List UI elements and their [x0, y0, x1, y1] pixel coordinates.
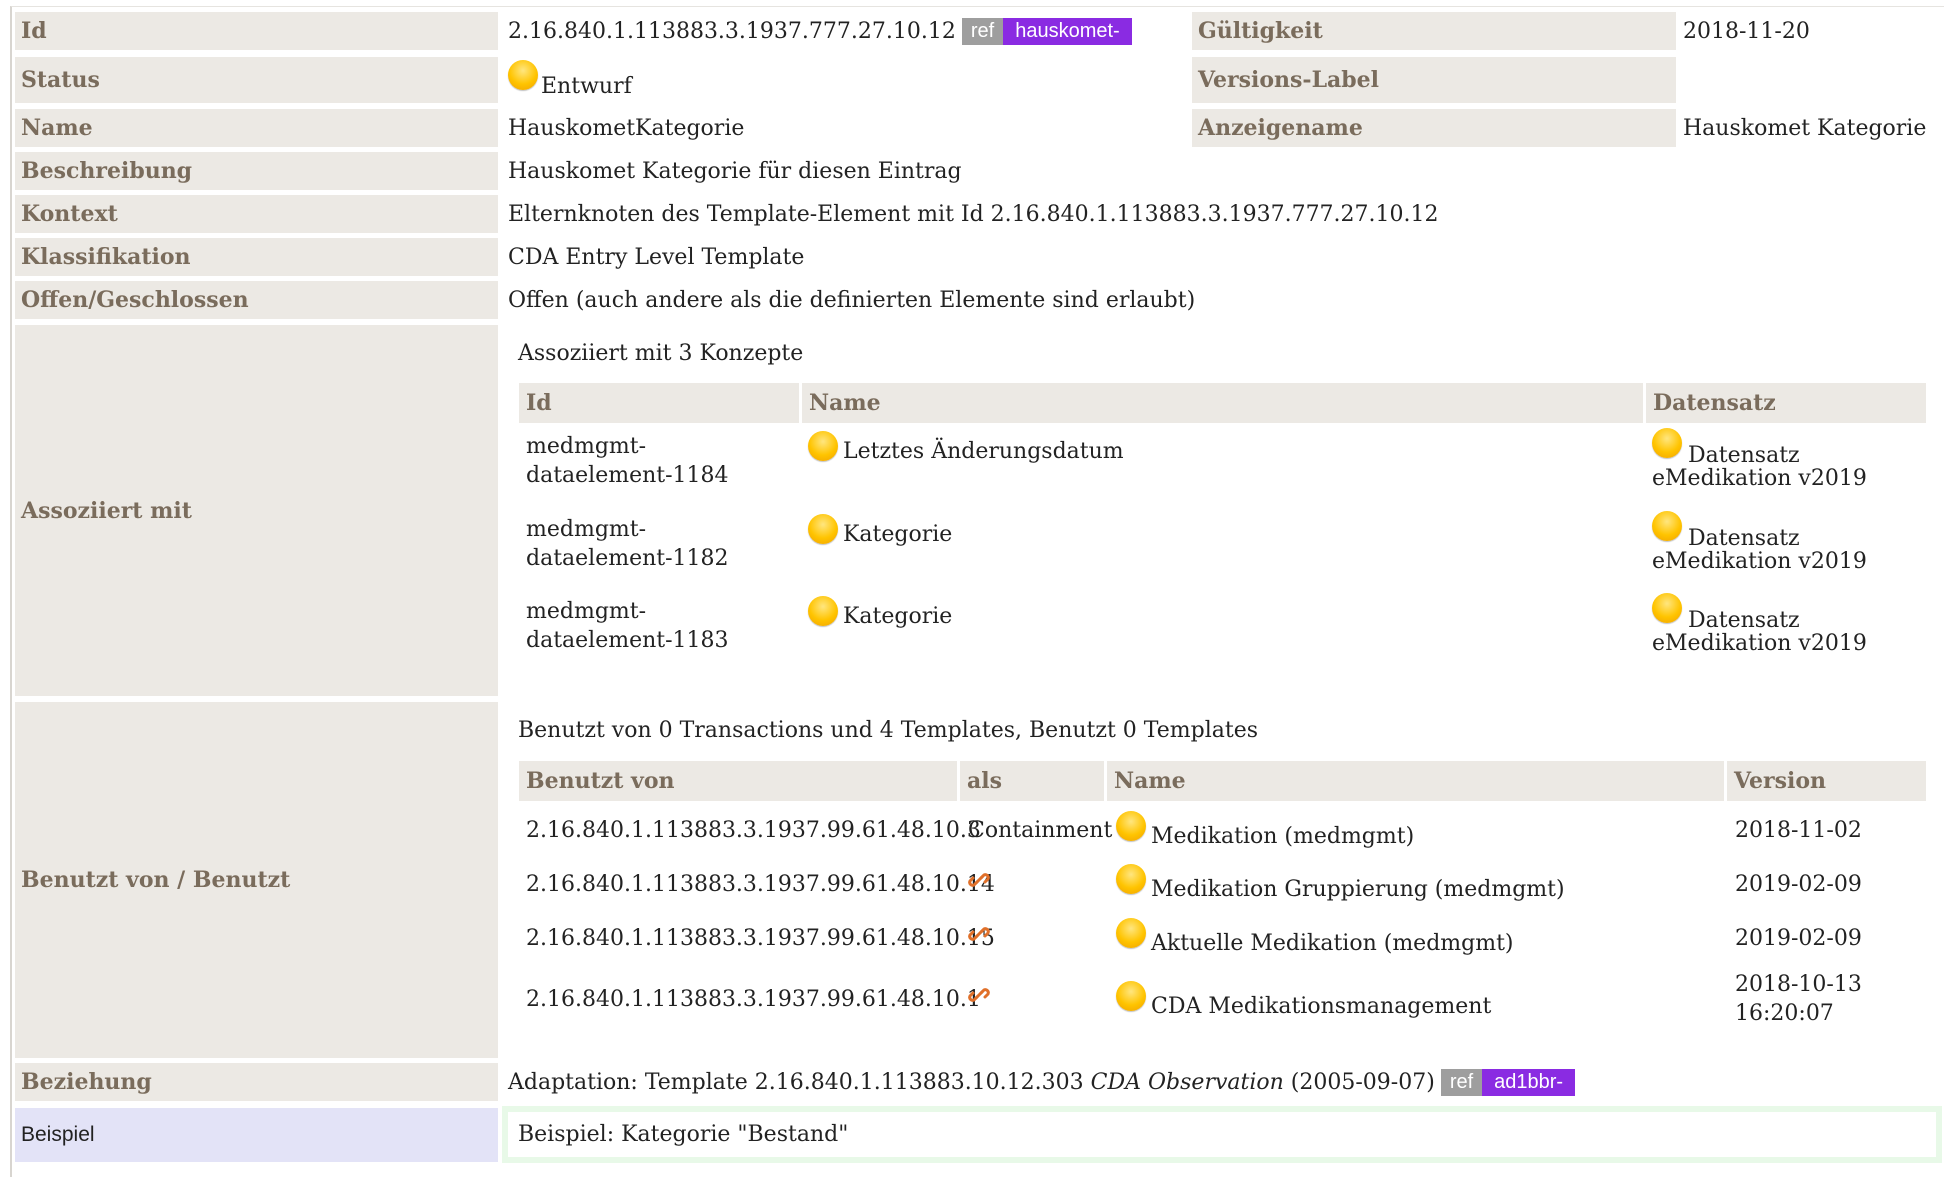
used-header-version: Version [1727, 761, 1926, 801]
context-value: Elternknoten des Template-Element mit Id… [508, 201, 1439, 227]
assoc-row-id: medmgmt-dataelement-1182 [526, 517, 729, 571]
yellow-circle-icon [1652, 593, 1682, 623]
used-header-name: Name [1107, 761, 1724, 801]
used-row-version: 2018-11-02 [1735, 818, 1862, 843]
yellow-circle-icon [1116, 811, 1146, 841]
used-row-name[interactable]: Aktuelle Medikation (medmgmt) [1116, 918, 1514, 956]
validity-value: 2018-11-20 [1683, 18, 1810, 44]
status-value: Entwurf [508, 57, 632, 103]
assoc-row-name[interactable]: Kategorie [808, 596, 952, 631]
associated-label: Assoziiert mit [15, 325, 498, 696]
used-row-id[interactable]: 2.16.840.1.113883.3.1937.99.61.48.10.15 [526, 924, 995, 953]
status-label: Status [15, 57, 498, 103]
yellow-circle-icon [1652, 428, 1682, 458]
relationship-label: Beziehung [15, 1063, 498, 1101]
version-label-label: Versions-Label [1192, 57, 1676, 103]
used-header-id: Benutzt von [519, 761, 957, 801]
display-name-value: Hauskomet Kategorie [1683, 115, 1927, 141]
assoc-header-name: Name [802, 383, 1643, 423]
used-row-name[interactable]: CDA Medikationsmanagement [1116, 981, 1491, 1019]
assoc-row-id: medmgmt-dataelement-1183 [526, 599, 729, 653]
used-row-name[interactable]: Medikation (medmgmt) [1116, 811, 1414, 849]
example-label[interactable]: Beispiel [15, 1108, 498, 1162]
template-name[interactable]: CDA Observation [1091, 1070, 1284, 1095]
assoc-row-id: medmgmt-dataelement-1184 [526, 434, 729, 488]
classification-value: CDA Entry Level Template [508, 244, 805, 270]
assoc-row-dataset[interactable]: Datensatz eMedikation v2019 [1652, 511, 1867, 576]
used-row-version: 2018-10-13 16:20:07 [1735, 972, 1862, 1026]
used-row-id[interactable]: 2.16.840.1.113883.3.1937.99.61.48.10.14 [526, 870, 995, 899]
classification-label: Klassifikation [15, 238, 498, 276]
description-label: Beschreibung [15, 152, 498, 190]
assoc-header-id: Id [519, 383, 799, 423]
validity-label: Gültigkeit [1192, 12, 1676, 50]
context-label: Kontext [15, 195, 498, 233]
name-value: HauskometKategorie [508, 115, 745, 141]
prefix-tag-badge[interactable]: hauskomet- [1003, 17, 1132, 45]
used-by-summary: Benutzt von 0 Transactions und 4 Templat… [518, 717, 1259, 743]
yellow-circle-icon [808, 514, 838, 544]
assoc-row-dataset[interactable]: Datensatz eMedikation v2019 [1652, 428, 1867, 493]
assoc-row-name[interactable]: Kategorie [808, 514, 952, 549]
used-row-id[interactable]: 2.16.840.1.113883.3.1937.99.61.48.10.1 [526, 985, 981, 1014]
yellow-circle-icon [1116, 918, 1146, 948]
ref-badge[interactable]: ref [961, 17, 1004, 45]
used-by-label: Benutzt von / Benutzt [15, 702, 498, 1058]
display-name-label: Anzeigename [1192, 109, 1676, 147]
id-label: Id [15, 12, 498, 50]
used-row-version: 2019-02-09 [1735, 926, 1862, 951]
yellow-circle-icon [508, 60, 538, 90]
description-value: Hauskomet Kategorie für diesen Eintrag [508, 158, 962, 184]
assoc-header-dataset: Datensatz [1646, 383, 1926, 423]
relationship-value: Adaptation: Template 2.16.840.1.113883.1… [508, 1063, 1576, 1101]
example-text: Beispiel: Kategorie "Bestand" [518, 1122, 849, 1147]
ref-badge[interactable]: ref [1440, 1068, 1483, 1096]
yellow-circle-icon [1116, 981, 1146, 1011]
used-row-version: 2019-02-09 [1735, 872, 1862, 897]
chain-link-icon [968, 927, 990, 941]
id-text: 2.16.840.1.113883.3.1937.777.27.10.12 [508, 18, 956, 44]
open-closed-value: Offen (auch andere als die definierten E… [508, 287, 1196, 313]
example-box: Beispiel: Kategorie "Bestand" [502, 1106, 1942, 1163]
name-label: Name [15, 109, 498, 147]
used-header-as: als [960, 761, 1104, 801]
chain-link-icon [968, 873, 990, 887]
used-row-as: Containment [968, 818, 1113, 843]
open-closed-label: Offen/Geschlossen [15, 281, 498, 319]
chain-link-icon [968, 988, 990, 1002]
assoc-row-dataset[interactable]: Datensatz eMedikation v2019 [1652, 593, 1867, 658]
yellow-circle-icon [808, 431, 838, 461]
yellow-circle-icon [808, 596, 838, 626]
used-row-id[interactable]: 2.16.840.1.113883.3.1937.99.61.48.10.3 [526, 816, 981, 845]
assoc-row-name[interactable]: Letztes Änderungsdatum [808, 431, 1124, 466]
status-text: Entwurf [541, 73, 632, 99]
id-value: 2.16.840.1.113883.3.1937.777.27.10.12 re… [508, 12, 1132, 50]
yellow-circle-icon [1652, 511, 1682, 541]
yellow-circle-icon [1116, 864, 1146, 894]
prefix-tag-badge[interactable]: ad1bbr- [1482, 1068, 1576, 1096]
used-row-name[interactable]: Medikation Gruppierung (medmgmt) [1116, 864, 1565, 902]
associated-summary: Assoziiert mit 3 Konzepte [518, 340, 804, 366]
